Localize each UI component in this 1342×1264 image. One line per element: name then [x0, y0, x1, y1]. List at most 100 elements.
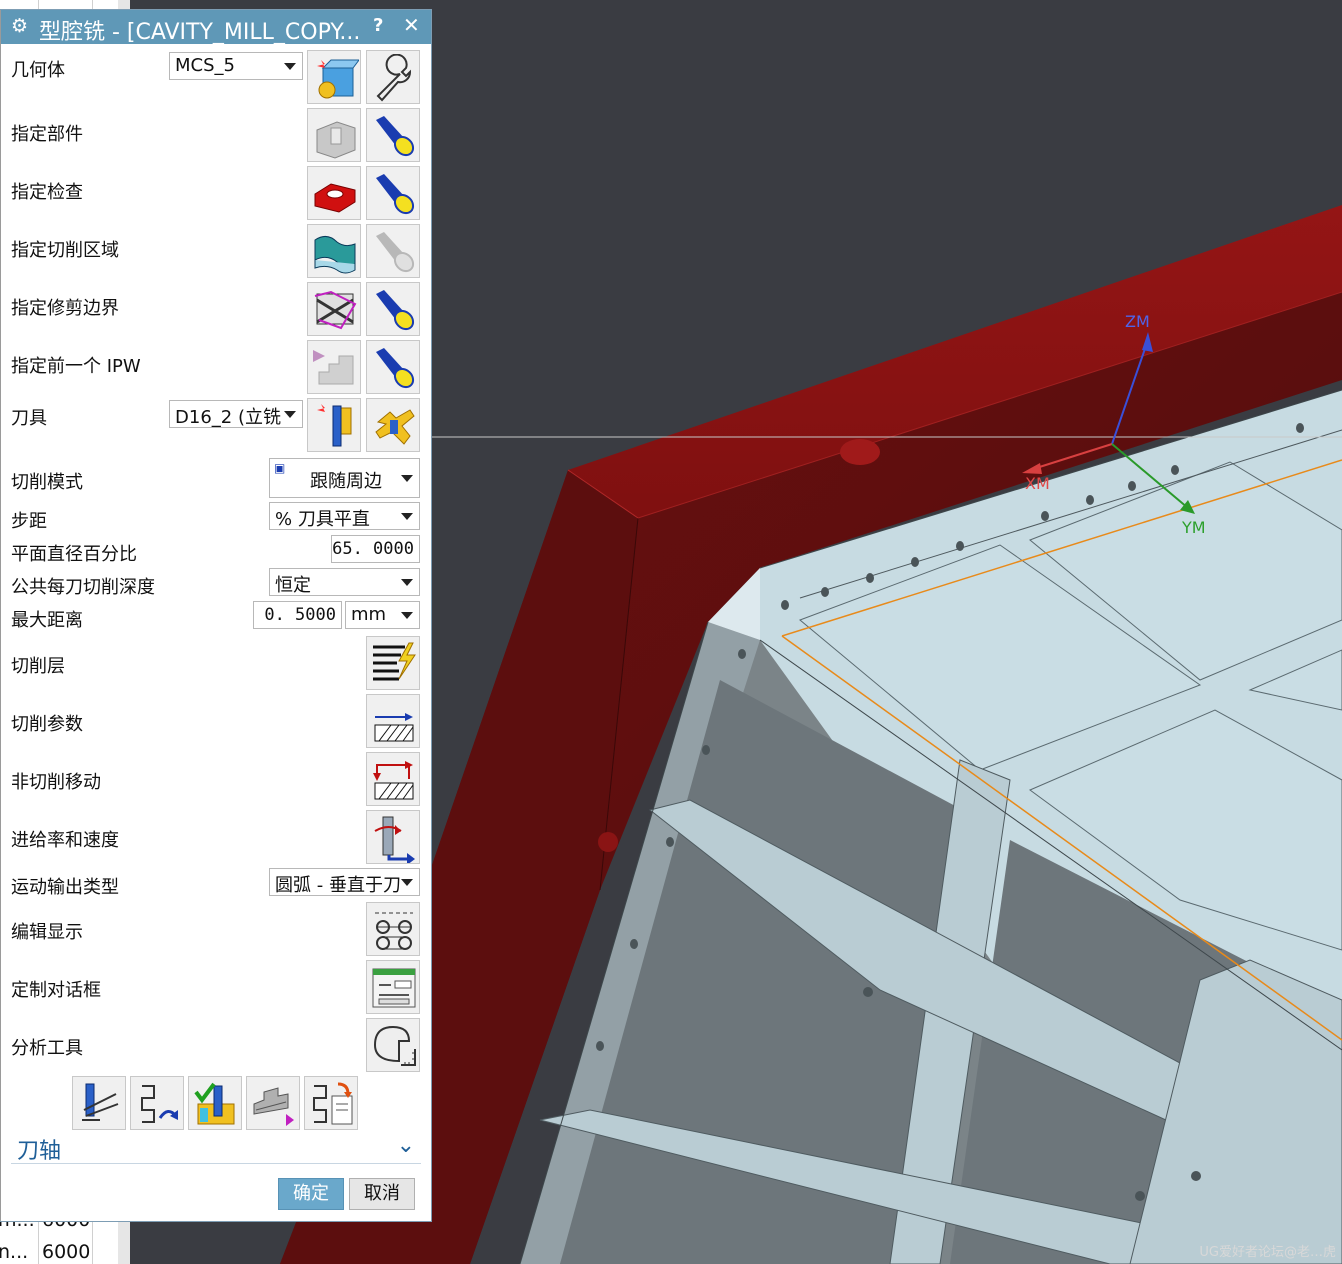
- stepover-value: % 刀具平直: [275, 509, 370, 530]
- tool-value: D16_2 (立铣: [175, 407, 281, 428]
- ym-axis-label: YM: [1182, 518, 1206, 537]
- table-cell-value: 6000: [42, 1241, 91, 1263]
- new-tool-button[interactable]: [307, 398, 361, 452]
- display-part-button[interactable]: [366, 108, 420, 162]
- edit-tool-button[interactable]: [366, 398, 420, 452]
- flashlight-icon: [376, 116, 415, 157]
- specify-check-label: 指定检查: [11, 182, 83, 203]
- select-check-button[interactable]: [307, 166, 361, 220]
- display-check-button[interactable]: [366, 166, 420, 220]
- flashlight-icon: [376, 174, 415, 215]
- feeds-speeds-button[interactable]: [366, 810, 420, 864]
- geometry-value: MCS_5: [175, 55, 235, 76]
- close-icon[interactable]: ✕: [403, 13, 420, 37]
- cut-pattern-value: 跟随周边: [310, 471, 382, 492]
- flat-diameter-pct-label: 平面直径百分比: [11, 544, 137, 565]
- geometry-dropdown[interactable]: MCS_5: [169, 52, 303, 80]
- cut-pattern-label: 切削模式: [11, 472, 83, 493]
- specify-cut-area-label: 指定切削区域: [11, 240, 119, 261]
- cut-params-label: 切削参数: [11, 714, 83, 735]
- non-cut-moves-label: 非切削移动: [11, 772, 101, 793]
- new-geometry-button[interactable]: [307, 50, 361, 104]
- section-tool-axis-title: 刀轴: [17, 1139, 62, 1164]
- specify-part-label: 指定部件: [11, 124, 83, 145]
- cancel-button[interactable]: 取消: [349, 1178, 415, 1210]
- motion-output-label: 运动输出类型: [11, 877, 119, 898]
- specify-trim-label: 指定修剪边界: [11, 298, 119, 319]
- max-distance-input[interactable]: 0. 5000: [253, 601, 342, 629]
- cut-area-icon: [314, 236, 356, 274]
- generate-icon: [82, 1083, 119, 1121]
- custom-dialog-label: 定制对话框: [11, 980, 101, 1001]
- section-tool-axis[interactable]: 刀轴 ⌄: [11, 1131, 421, 1164]
- blank-pin: [840, 439, 880, 465]
- common-depth-dropdown[interactable]: 恒定: [269, 568, 420, 596]
- display-cut-area-button[interactable]: [366, 224, 420, 278]
- output-icon: [313, 1082, 353, 1125]
- non-cut-moves-button[interactable]: [366, 752, 420, 806]
- part-icon: [316, 121, 356, 159]
- watermark: UG爱好者论坛@老…虎: [1199, 1245, 1336, 1260]
- ok-button[interactable]: 确定: [278, 1178, 344, 1210]
- flat-diameter-pct-input[interactable]: 65. 0000: [331, 535, 420, 563]
- verify-button[interactable]: [188, 1076, 242, 1130]
- zm-axis-label: ZM: [1125, 312, 1150, 331]
- generate-button[interactable]: [72, 1076, 126, 1130]
- select-cut-area-button[interactable]: [307, 224, 361, 278]
- max-distance-unit-dropdown[interactable]: mm: [345, 601, 420, 629]
- list-icon: [253, 1087, 294, 1126]
- analysis-tool-button[interactable]: [366, 1018, 420, 1072]
- display-ipw-button[interactable]: [366, 340, 420, 394]
- output-button[interactable]: [304, 1076, 358, 1130]
- custom-dialog-icon: [372, 968, 416, 1008]
- cavity-mill-dialog: ⚙ 型腔铣 - [CAVITY_MILL_COPY... ? ✕ 几何体 MCS…: [0, 10, 431, 1221]
- ipw-icon: [313, 350, 354, 385]
- cut-levels-label: 切削层: [11, 656, 65, 677]
- verify-icon: [194, 1082, 235, 1125]
- check-geometry-icon: [314, 183, 356, 213]
- common-depth-label: 公共每刀切削深度: [11, 577, 155, 598]
- dialog-title: 型腔铣 - [CAVITY_MILL_COPY...: [39, 20, 361, 45]
- trim-boundary-icon: [314, 290, 357, 330]
- analysis-tool-label: 分析工具: [11, 1038, 83, 1059]
- edit-display-button[interactable]: [366, 902, 420, 956]
- select-ipw-button: [307, 340, 361, 394]
- flashlight-icon: [376, 348, 415, 389]
- flashlight-icon: [376, 290, 415, 331]
- chevron-down-icon[interactable]: ⌄: [397, 1133, 415, 1158]
- common-depth-value: 恒定: [275, 575, 311, 596]
- replay-button[interactable]: [130, 1076, 184, 1130]
- motion-output-value: 圆弧 - 垂直于刀: [275, 875, 401, 896]
- blank-pin: [598, 832, 618, 852]
- max-distance-unit: mm: [351, 604, 387, 625]
- cut-params-icon: [374, 713, 414, 742]
- list-button[interactable]: [246, 1076, 300, 1130]
- dialog-titlebar[interactable]: ⚙ 型腔铣 - [CAVITY_MILL_COPY... ? ✕: [1, 10, 431, 45]
- cut-params-button[interactable]: [366, 694, 420, 748]
- cut-levels-button[interactable]: [366, 636, 420, 690]
- edit-geometry-button[interactable]: [366, 50, 420, 104]
- new-geometry-icon: [317, 59, 359, 99]
- gear-icon: ⚙: [11, 15, 29, 37]
- feeds-speeds-label: 进给率和速度: [11, 830, 119, 851]
- analysis-tool-icon: [373, 1025, 416, 1066]
- tool-wrench-icon: [375, 409, 415, 445]
- tool-dropdown[interactable]: D16_2 (立铣: [169, 400, 303, 428]
- custom-dialog-button[interactable]: [366, 960, 420, 1014]
- help-button[interactable]: ?: [373, 15, 383, 36]
- motion-output-dropdown[interactable]: 圆弧 - 垂直于刀: [269, 868, 420, 896]
- flashlight-icon: [376, 232, 415, 273]
- stepover-dropdown[interactable]: % 刀具平直: [269, 502, 420, 530]
- non-cut-moves-icon: [373, 761, 414, 800]
- stepover-label: 步距: [11, 511, 47, 532]
- edit-display-icon: [375, 912, 413, 950]
- display-trim-button[interactable]: [366, 282, 420, 336]
- cut-pattern-dropdown[interactable]: ▣ 跟随周边: [269, 458, 420, 498]
- select-part-button[interactable]: [307, 108, 361, 162]
- specify-ipw-label: 指定前一个 IPW: [11, 356, 141, 377]
- select-trim-button[interactable]: [307, 282, 361, 336]
- table-cell-name: n...: [0, 1241, 29, 1263]
- wrench-icon: [376, 54, 412, 102]
- follow-periphery-icon: ▣: [274, 461, 286, 475]
- new-tool-icon: [317, 404, 352, 447]
